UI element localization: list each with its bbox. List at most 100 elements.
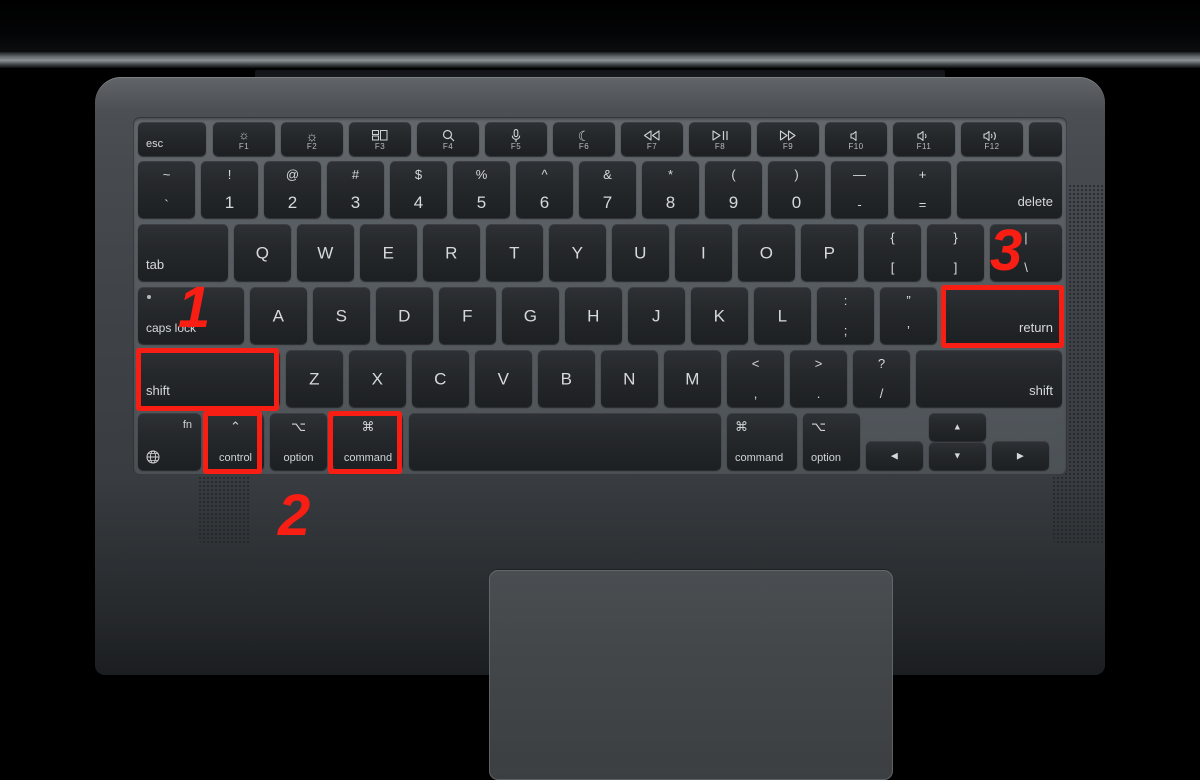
key-4[interactable]: $ 4 <box>390 161 447 218</box>
key-e[interactable]: E <box>360 224 417 281</box>
key-fn-globe[interactable]: fn <box>138 413 201 470</box>
key-d[interactable]: D <box>376 287 433 344</box>
key-0[interactable]: ) 0 <box>768 161 825 218</box>
key-a[interactable]: A <box>250 287 307 344</box>
key-label-a: A <box>272 306 285 325</box>
key-backtick-tilde[interactable]: ~ ` <box>138 161 195 218</box>
key-option-right[interactable]: ⌥ option <box>803 413 860 470</box>
key-label-greater-than: > <box>814 356 823 371</box>
key-f6-do-not-disturb[interactable]: ☾ F6 <box>553 122 615 156</box>
key-f5-dictation[interactable]: F5 <box>485 122 547 156</box>
trackpad[interactable] <box>489 570 893 780</box>
key-f2-brightness-up[interactable]: ☼ F2 <box>281 122 343 156</box>
key-label-question: ? <box>877 356 886 371</box>
key-label-u: U <box>634 243 647 262</box>
key-esc[interactable]: esc <box>138 122 206 156</box>
key-shift-left[interactable]: shift <box>138 350 280 407</box>
key-f7-rewind[interactable]: F7 <box>621 122 683 156</box>
key-c[interactable]: C <box>412 350 469 407</box>
key-x[interactable]: X <box>349 350 406 407</box>
key-f12-volume-up[interactable]: F12 <box>961 122 1023 156</box>
key-label-at: @ <box>285 167 300 182</box>
key-arrow-left[interactable]: ◀ <box>866 441 923 470</box>
key-8[interactable]: * 8 <box>642 161 699 218</box>
key-i[interactable]: I <box>675 224 732 281</box>
key-f10-mute[interactable]: F10 <box>825 122 887 156</box>
key-h[interactable]: H <box>565 287 622 344</box>
key-label-exclaim: ! <box>227 167 232 182</box>
key-comma[interactable]: < , <box>727 350 784 407</box>
key-m[interactable]: M <box>664 350 721 407</box>
arrow-down-icon: ▼ <box>952 450 963 461</box>
key-slash[interactable]: ? / <box>853 350 910 407</box>
key-touch-id-power[interactable] <box>1029 122 1062 156</box>
key-q[interactable]: Q <box>234 224 291 281</box>
key-bracket-left[interactable]: { [ <box>864 224 921 281</box>
brightness-high-icon: ☼ <box>305 128 319 144</box>
key-equals[interactable]: + = <box>894 161 951 218</box>
key-label-s: S <box>335 306 348 325</box>
key-t[interactable]: T <box>486 224 543 281</box>
key-k[interactable]: K <box>691 287 748 344</box>
key-label-f9: F9 <box>782 142 794 151</box>
key-w[interactable]: W <box>297 224 354 281</box>
key-label-semicolon: ; <box>843 323 848 338</box>
key-s[interactable]: S <box>313 287 370 344</box>
key-9[interactable]: ( 9 <box>705 161 762 218</box>
key-arrow-right[interactable]: ▶ <box>992 441 1049 470</box>
key-label-f1: F1 <box>238 142 250 151</box>
key-arrow-up[interactable]: ▲ <box>929 413 986 441</box>
key-f[interactable]: F <box>439 287 496 344</box>
key-b[interactable]: B <box>538 350 595 407</box>
key-o[interactable]: O <box>738 224 795 281</box>
key-option-left[interactable]: ⌥ option <box>270 413 327 470</box>
key-label-plus: + <box>918 167 927 182</box>
key-label-f12: F12 <box>984 142 1000 151</box>
display-bottom-bezel <box>0 52 1200 68</box>
key-f9-fast-forward[interactable]: F9 <box>757 122 819 156</box>
key-label-q: Q <box>255 243 270 262</box>
key-tab[interactable]: tab <box>138 224 228 281</box>
key-n[interactable]: N <box>601 350 658 407</box>
key-f1-brightness-down[interactable]: ☼ F1 <box>213 122 275 156</box>
key-delete[interactable]: delete <box>957 161 1062 218</box>
key-quote[interactable]: ” ’ <box>880 287 937 344</box>
key-y[interactable]: Y <box>549 224 606 281</box>
key-arrow-down[interactable]: ▼ <box>929 442 986 470</box>
key-3[interactable]: # 3 <box>327 161 384 218</box>
key-f8-play-pause[interactable]: F8 <box>689 122 751 156</box>
key-label-option-right: option <box>811 452 841 464</box>
key-7[interactable]: & 7 <box>579 161 636 218</box>
key-semicolon[interactable]: : ; <box>817 287 874 344</box>
key-period[interactable]: > . <box>790 350 847 407</box>
key-command-right[interactable]: ⌘ command <box>727 413 797 470</box>
key-1[interactable]: ! 1 <box>201 161 258 218</box>
key-5[interactable]: % 5 <box>453 161 510 218</box>
base-highlight <box>95 77 1105 111</box>
key-label-d: D <box>398 306 411 325</box>
key-2[interactable]: @ 2 <box>264 161 321 218</box>
key-f3-mission-control[interactable]: F3 <box>349 122 411 156</box>
key-g[interactable]: G <box>502 287 559 344</box>
key-return[interactable]: return <box>943 287 1062 344</box>
key-u[interactable]: U <box>612 224 669 281</box>
key-z[interactable]: Z <box>286 350 343 407</box>
key-l[interactable]: L <box>754 287 811 344</box>
key-control[interactable]: ⌃ control <box>207 413 264 470</box>
key-v[interactable]: V <box>475 350 532 407</box>
key-shift-right[interactable]: shift <box>916 350 1062 407</box>
key-6[interactable]: ^ 6 <box>516 161 573 218</box>
key-j[interactable]: J <box>628 287 685 344</box>
key-label-2: 2 <box>287 193 298 212</box>
key-command-left[interactable]: ⌘ command <box>333 413 403 470</box>
key-space[interactable] <box>409 413 721 470</box>
key-f4-spotlight[interactable]: F4 <box>417 122 479 156</box>
key-minus[interactable]: — - <box>831 161 888 218</box>
key-p[interactable]: P <box>801 224 858 281</box>
key-label-1: 1 <box>224 193 235 212</box>
key-bracket-right[interactable]: } ] <box>927 224 984 281</box>
key-f11-volume-down[interactable]: F11 <box>893 122 955 156</box>
key-r[interactable]: R <box>423 224 480 281</box>
key-label-c: C <box>434 369 447 388</box>
annotation-number-2: 2 <box>278 483 310 548</box>
